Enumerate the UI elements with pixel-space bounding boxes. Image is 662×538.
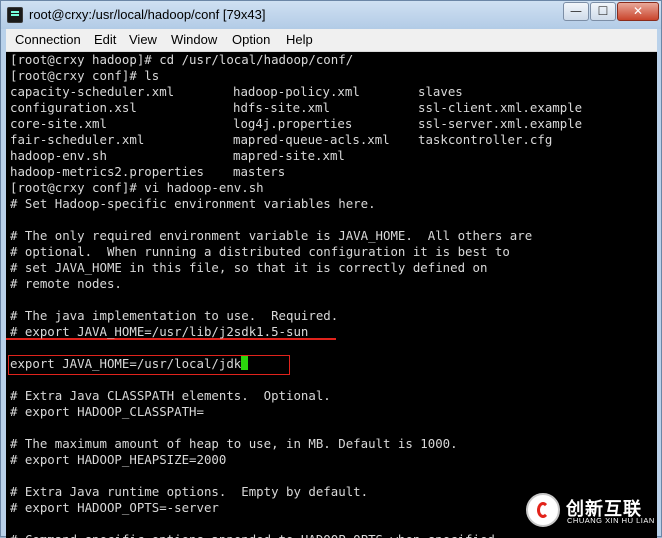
file-name: log4j.properties (233, 116, 353, 131)
terminal-line: # Extra Java CLASSPATH elements. Optiona… (10, 388, 331, 404)
line-text: [root@crxy hadoop]# cd /usr/local/hadoop… (10, 52, 354, 67)
file-name: hadoop-metrics2.properties (10, 164, 204, 179)
watermark-subtext: CHUANG XIN HU LIAN (567, 516, 655, 525)
terminal-line: # Extra Java runtime options. Empty by d… (10, 484, 368, 500)
minimize-button[interactable]: — (563, 2, 589, 21)
terminal-line: # export HADOOP_HEAPSIZE=2000 (10, 452, 226, 468)
line-text: # Command specific options appended to H… (10, 532, 495, 538)
file-name: ssl-server.xml.example (418, 116, 583, 131)
terminal-line: [root@crxy conf]# vi hadoop-env.sh (10, 180, 264, 196)
file-name: core-site.xml (10, 116, 107, 131)
line-text: # export HADOOP_CLASSPATH= (10, 404, 204, 419)
terminal-line: # set JAVA_HOME in this file, so that it… (10, 260, 487, 276)
text-cursor (241, 356, 249, 370)
file-name: slaves (418, 84, 463, 99)
terminal-line: # The only required environment variable… (10, 228, 532, 244)
file-name: mapred-queue-acls.xml (233, 132, 390, 147)
line-text: # remote nodes. (10, 276, 122, 291)
maximize-button[interactable]: ☐ (590, 2, 616, 21)
line-text: [root@crxy conf]# vi hadoop-env.sh (10, 180, 264, 195)
menu-view[interactable]: View (129, 32, 157, 47)
line-text: [root@crxy conf]# ls (10, 68, 160, 83)
menu-edit[interactable]: Edit (94, 32, 116, 47)
menu-window[interactable]: Window (171, 32, 217, 47)
line-text: # The only required environment variable… (10, 228, 533, 243)
terminal-line: [root@crxy hadoop]# cd /usr/local/hadoop… (10, 52, 353, 68)
menu-option[interactable]: Option (232, 32, 270, 47)
file-name: configuration.xsl (10, 100, 137, 115)
terminal-line: # remote nodes. (10, 276, 122, 292)
line-text: # The maximum amount of heap to use, in … (10, 436, 458, 451)
menu-help[interactable]: Help (286, 32, 313, 47)
watermark: 创新互联 CHUANG XIN HU LIAN (526, 487, 656, 531)
close-button[interactable]: ✕ (617, 2, 659, 21)
menu-bar: Connection Edit View Window Option Help (6, 29, 657, 52)
file-name: hadoop-policy.xml (233, 84, 360, 99)
file-name: taskcontroller.cfg (418, 132, 553, 147)
terminal-line: [root@crxy conf]# ls (10, 68, 159, 84)
terminal-line: # The maximum amount of heap to use, in … (10, 436, 458, 452)
terminal-line: # export JAVA_HOME=/usr/lib/j2sdk1.5-sun (10, 324, 308, 340)
line-text: # The java implementation to use. Requir… (10, 308, 339, 323)
line-text: # export JAVA_HOME=/usr/lib/j2sdk1.5-sun (10, 324, 309, 339)
terminal-line: # optional. When running a distributed c… (10, 244, 510, 260)
file-name: hadoop-env.sh (10, 148, 107, 163)
file-name: hdfs-site.xml (233, 100, 330, 115)
line-text: # export HADOOP_HEAPSIZE=2000 (10, 452, 227, 467)
terminal-screen[interactable]: [root@crxy hadoop]# cd /usr/local/hadoop… (6, 52, 657, 538)
watermark-logo-icon (526, 493, 560, 527)
line-text: # export HADOOP_OPTS=-server (10, 500, 219, 515)
line-text: # Extra Java CLASSPATH elements. Optiona… (10, 388, 331, 403)
terminal-line: export JAVA_HOME=/usr/local/jdk (10, 356, 249, 372)
line-text: export JAVA_HOME=/usr/local/jdk (10, 356, 242, 371)
terminal-line: # The java implementation to use. Requir… (10, 308, 338, 324)
title-bar[interactable]: root@crxy:/usr/local/hadoop/conf [79x43]… (1, 1, 661, 29)
terminal-line: # export HADOOP_CLASSPATH= (10, 404, 204, 420)
terminal-line: # Command specific options appended to H… (10, 532, 495, 538)
terminal-line: # Set Hadoop-specific environment variab… (10, 196, 376, 212)
file-name: masters (233, 164, 286, 179)
line-text: # set JAVA_HOME in this file, so that it… (10, 260, 488, 275)
terminal-window: root@crxy:/usr/local/hadoop/conf [79x43]… (0, 0, 662, 538)
file-name: mapred-site.xml (233, 148, 345, 163)
window-title: root@crxy:/usr/local/hadoop/conf [79x43] (29, 7, 266, 22)
file-name: fair-scheduler.xml (10, 132, 145, 147)
line-text: # Set Hadoop-specific environment variab… (10, 196, 376, 211)
terminal-line: # export HADOOP_OPTS=-server (10, 500, 219, 516)
file-name: capacity-scheduler.xml (10, 84, 175, 99)
line-text: # optional. When running a distributed c… (10, 244, 510, 259)
menu-connection[interactable]: Connection (15, 32, 81, 47)
file-name: ssl-client.xml.example (418, 100, 583, 115)
line-text: # Extra Java runtime options. Empty by d… (10, 484, 369, 499)
terminal-app-icon[interactable] (7, 7, 23, 23)
